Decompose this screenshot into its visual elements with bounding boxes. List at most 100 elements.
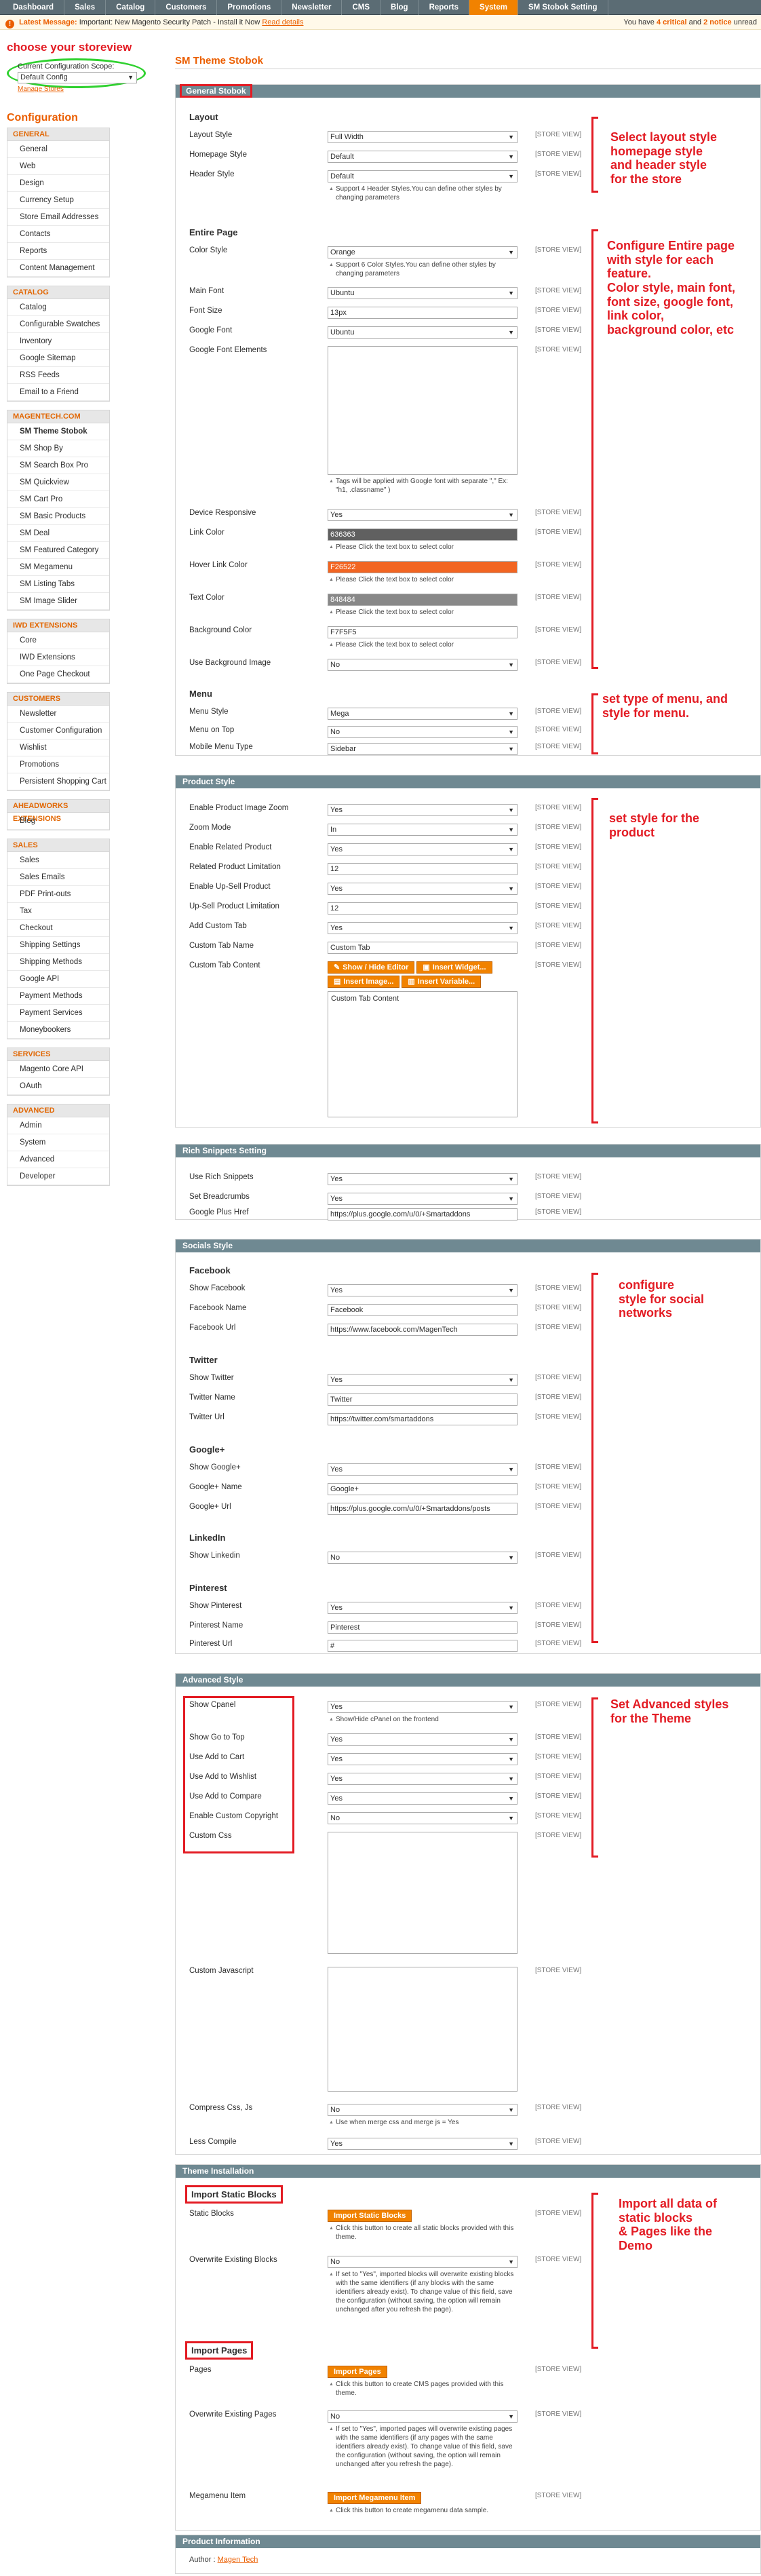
sidebar-item-rss-feeds[interactable]: RSS Feeds <box>7 367 109 384</box>
insert-image-button[interactable]: ▤ Insert Image... <box>328 976 400 988</box>
sidebar-item-general[interactable]: General <box>7 141 109 158</box>
sidebar-item-google-sitemap[interactable]: Google Sitemap <box>7 350 109 367</box>
sidebar-item-currency-setup[interactable]: Currency Setup <box>7 192 109 209</box>
custom-js-textarea[interactable] <box>328 1967 518 2092</box>
sidebar-item-advanced[interactable]: Advanced <box>7 1151 109 1168</box>
sidebar-item-developer[interactable]: Developer <box>7 1168 109 1185</box>
text-color-input[interactable]: 848484 <box>328 594 518 606</box>
color-style-select[interactable]: Orange <box>328 246 518 258</box>
section-install-header[interactable]: Theme Installation <box>176 2165 760 2178</box>
import-megamenu-button[interactable]: Import Megamenu Item <box>328 2492 422 2504</box>
sidebar-item-inventory[interactable]: Inventory <box>7 333 109 350</box>
sidebar-item-contacts[interactable]: Contacts <box>7 226 109 243</box>
font-size-input[interactable]: 13px <box>328 307 518 319</box>
sidebar-item-magento-core-api[interactable]: Magento Core API <box>7 1061 109 1078</box>
sidebar-item-sales[interactable]: Sales <box>7 852 109 869</box>
sidebar-item-shipping-methods[interactable]: Shipping Methods <box>7 954 109 971</box>
add-cart-select[interactable]: Yes <box>328 1753 518 1765</box>
copyright-select[interactable]: No <box>328 1812 518 1824</box>
sidebar-item-google-api[interactable]: Google API <box>7 971 109 988</box>
show-hide-editor-button[interactable]: ✎ Show / Hide Editor <box>328 961 415 974</box>
layout-style-select[interactable]: Full Width <box>328 131 518 143</box>
section-info-header[interactable]: Product Information <box>176 2535 760 2548</box>
upsell-limit-input[interactable]: 12 <box>328 902 518 915</box>
sidebar-item-oauth[interactable]: OAuth <box>7 1078 109 1095</box>
sidebar-item-sm-featured-category[interactable]: SM Featured Category <box>7 542 109 559</box>
show-pinterest-select[interactable]: Yes <box>328 1602 518 1614</box>
overwrite-pages-select[interactable]: No <box>328 2410 518 2423</box>
menu-style-select[interactable]: Mega <box>328 708 518 720</box>
sidebar-item-wishlist[interactable]: Wishlist <box>7 739 109 756</box>
homepage-style-select[interactable]: Default <box>328 151 518 163</box>
section-rich-header[interactable]: Rich Snippets Setting <box>176 1145 760 1157</box>
scope-select[interactable]: Default Config <box>18 72 137 83</box>
google-font-elements-textarea[interactable] <box>328 346 518 475</box>
zoom-mode-select[interactable]: In <box>328 824 518 836</box>
pinterest-name-input[interactable]: Pinterest <box>328 1621 518 1634</box>
link-color-input[interactable]: 636363 <box>328 528 518 541</box>
nav-item-blog[interactable]: Blog <box>380 0 419 15</box>
custom-tab-select[interactable]: Yes <box>328 922 518 934</box>
mobile-menu-type-select[interactable]: Sidebar <box>328 743 518 755</box>
nav-item-dashboard[interactable]: Dashboard <box>3 0 65 15</box>
menu-on-top-select[interactable]: No <box>328 726 518 738</box>
sidebar-item-customer-configuration[interactable]: Customer Configuration <box>7 723 109 739</box>
nav-item-sm-stobok-setting[interactable]: SM Stobok Setting <box>518 0 608 15</box>
sidebar-item-persistent-shopping-cart[interactable]: Persistent Shopping Cart <box>7 773 109 790</box>
nav-item-newsletter[interactable]: Newsletter <box>281 0 343 15</box>
nav-item-reports[interactable]: Reports <box>419 0 470 15</box>
sidebar-item-sm-basic-products[interactable]: SM Basic Products <box>7 508 109 525</box>
sidebar-item-newsletter[interactable]: Newsletter <box>7 706 109 723</box>
gplus-href-input[interactable]: https://plus.google.com/u/0/+Smartaddons <box>328 1208 518 1220</box>
sidebar-item-sm-cart-pro[interactable]: SM Cart Pro <box>7 491 109 508</box>
custom-tab-content-textarea[interactable]: Custom Tab Content <box>328 991 518 1117</box>
show-twitter-select[interactable]: Yes <box>328 1374 518 1386</box>
show-facebook-select[interactable]: Yes <box>328 1284 518 1296</box>
less-compile-select[interactable]: Yes <box>328 2138 518 2150</box>
facebook-url-input[interactable]: https://www.facebook.com/MagenTech <box>328 1324 518 1336</box>
critical-count[interactable]: 4 critical <box>657 18 687 26</box>
rich-snippets-select[interactable]: Yes <box>328 1173 518 1185</box>
section-advanced-header[interactable]: Advanced Style <box>176 1674 760 1687</box>
custom-tab-name-input[interactable]: Custom Tab <box>328 942 518 954</box>
sidebar-item-admin[interactable]: Admin <box>7 1117 109 1134</box>
sidebar-item-design[interactable]: Design <box>7 175 109 192</box>
section-socials-header[interactable]: Socials Style <box>176 1239 760 1252</box>
sidebar-item-promotions[interactable]: Promotions <box>7 756 109 773</box>
google-url-input[interactable]: https://plus.google.com/u/0/+Smartaddons… <box>328 1503 518 1515</box>
nav-item-promotions[interactable]: Promotions <box>217 0 282 15</box>
sidebar-item-sm-listing-tabs[interactable]: SM Listing Tabs <box>7 576 109 593</box>
author-link[interactable]: Magen Tech <box>218 2556 258 2564</box>
sidebar-item-sm-image-slider[interactable]: SM Image Slider <box>7 593 109 610</box>
nav-item-sales[interactable]: Sales <box>64 0 106 15</box>
google-font-select[interactable]: Ubuntu <box>328 326 518 339</box>
sidebar-item-content-management[interactable]: Content Management <box>7 260 109 277</box>
sidebar-item-one-page-checkout[interactable]: One Page Checkout <box>7 666 109 683</box>
sidebar-item-sm-quickview[interactable]: SM Quickview <box>7 474 109 491</box>
import-static-blocks-button[interactable]: Import Static Blocks <box>328 2210 412 2222</box>
manage-stores-link[interactable]: Manage Stores <box>18 85 64 93</box>
sidebar-item-sm-theme-stobok[interactable]: SM Theme Stobok <box>7 423 109 440</box>
hover-link-color-input[interactable]: F26522 <box>328 561 518 573</box>
sidebar-item-sm-search-box-pro[interactable]: SM Search Box Pro <box>7 457 109 474</box>
sidebar-item-reports[interactable]: Reports <box>7 243 109 260</box>
related-product-select[interactable]: Yes <box>328 843 518 856</box>
section-product-header[interactable]: Product Style <box>176 775 760 788</box>
sidebar-item-sm-deal[interactable]: SM Deal <box>7 525 109 542</box>
sidebar-item-pdf-print-outs[interactable]: PDF Print-outs <box>7 886 109 903</box>
sidebar-item-payment-methods[interactable]: Payment Methods <box>7 988 109 1005</box>
related-limit-input[interactable]: 12 <box>328 863 518 875</box>
add-wishlist-select[interactable]: Yes <box>328 1773 518 1785</box>
main-font-select[interactable]: Ubuntu <box>328 287 518 299</box>
zoom-image-select[interactable]: Yes <box>328 804 518 816</box>
show-google-select[interactable]: Yes <box>328 1463 518 1476</box>
overwrite-blocks-select[interactable]: No <box>328 2256 518 2268</box>
compress-select[interactable]: No <box>328 2104 518 2116</box>
sidebar-item-moneybookers[interactable]: Moneybookers <box>7 1022 109 1039</box>
pinterest-url-input[interactable]: # <box>328 1640 518 1652</box>
sidebar-item-web[interactable]: Web <box>7 158 109 175</box>
device-responsive-select[interactable]: Yes <box>328 509 518 521</box>
breadcrumbs-select[interactable]: Yes <box>328 1193 518 1205</box>
facebook-name-input[interactable]: Facebook <box>328 1304 518 1316</box>
insert-widget-button[interactable]: ▣ Insert Widget... <box>416 961 492 974</box>
